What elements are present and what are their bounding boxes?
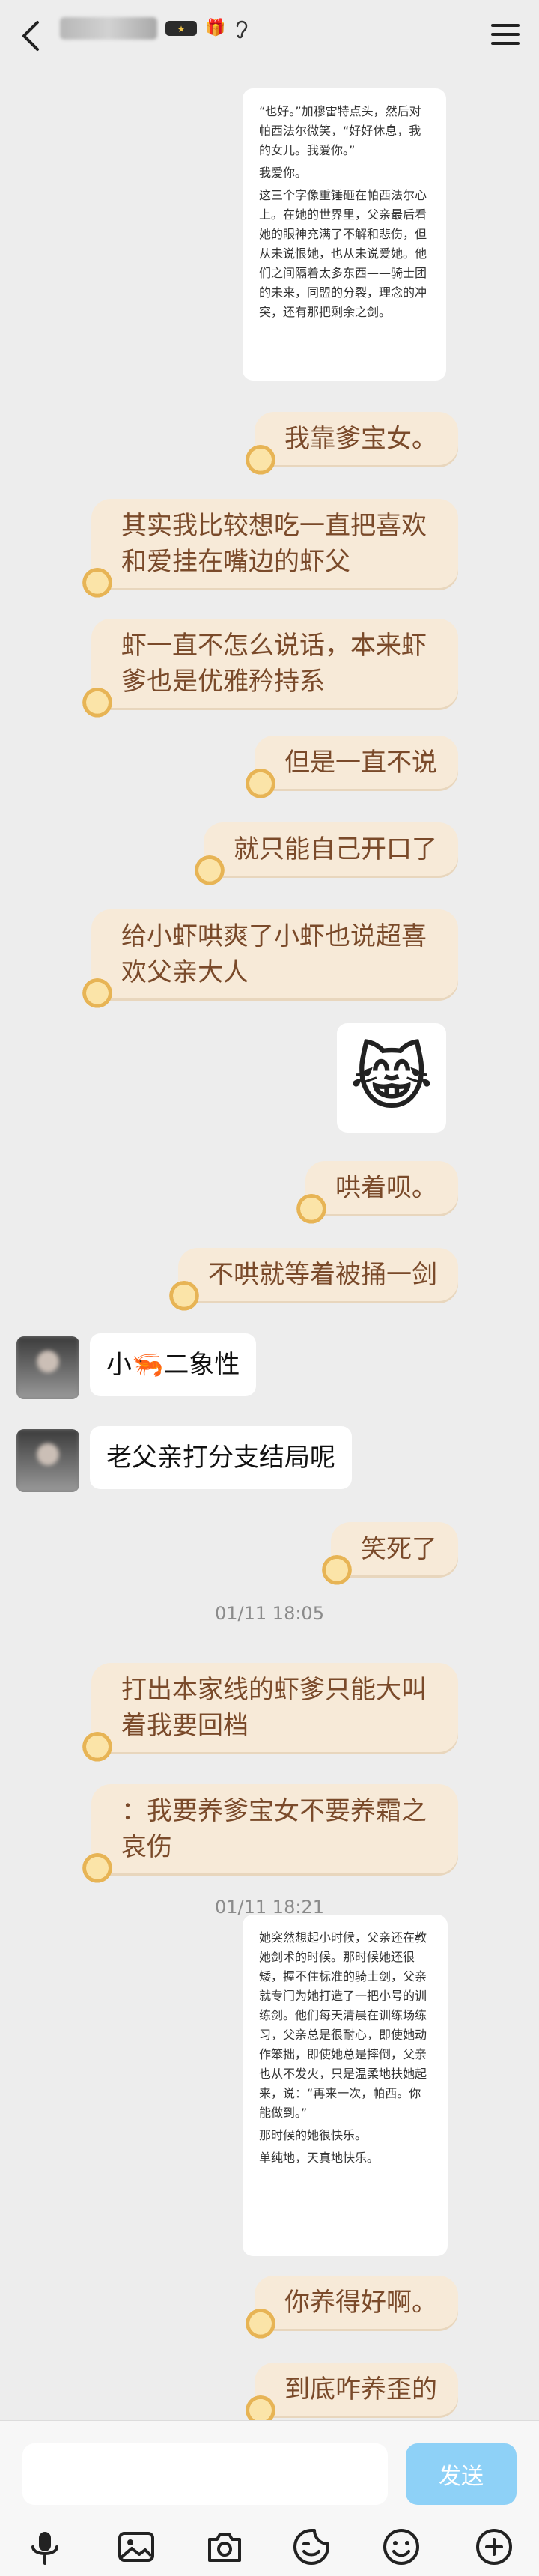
bun-sticker-icon xyxy=(81,688,114,721)
bun-sticker-icon xyxy=(81,1853,114,1886)
card-paragraph: 那时候的她很快乐。 xyxy=(259,2128,368,2142)
avatar[interactable] xyxy=(16,1429,79,1492)
message-text: 你养得好啊。 xyxy=(284,2288,437,2318)
cat-joy-emoji-icon: 😹 xyxy=(349,1036,434,1120)
bun-sticker-icon xyxy=(81,1732,114,1765)
message-text: 老父亲打分支结局呢 xyxy=(106,1443,335,1473)
bun-sticker-icon xyxy=(244,2309,277,2342)
message-text: ：我要养爹宝女不要养霜之哀伤 xyxy=(121,1796,427,1862)
avatar[interactable] xyxy=(16,1336,79,1399)
my-message-bubble[interactable]: 但是一直不说 xyxy=(244,736,458,801)
my-message-bubble[interactable]: 打出本家线的虾爹只能大叫着我要回档 xyxy=(81,1663,458,1765)
bun-sticker-icon xyxy=(244,769,277,801)
emoji-icon[interactable] xyxy=(380,2526,422,2568)
card-paragraph: 我爱你。 xyxy=(259,166,308,180)
svg-text:★: ★ xyxy=(177,24,186,34)
sticker-icon[interactable] xyxy=(290,2526,332,2568)
image-message-card[interactable]: “也好。”加穆雷特点头，然后对帕西法尔微笑，“好好休息，我的女儿。我爱你。” 我… xyxy=(243,88,446,381)
chevron-left-icon[interactable] xyxy=(15,16,51,55)
bun-sticker-icon xyxy=(81,568,114,601)
ear-icon xyxy=(237,20,248,39)
bun-sticker-icon xyxy=(168,1281,201,1314)
plus-icon[interactable] xyxy=(473,2526,515,2568)
message-text: 但是一直不说 xyxy=(284,748,437,778)
bun-sticker-icon xyxy=(193,855,226,888)
my-message-bubble[interactable]: 就只能自己开口了 xyxy=(193,822,458,888)
input-bar: 发送 xyxy=(0,2420,539,2576)
card-paragraph: 单纯地，天真地快乐。 xyxy=(259,2151,380,2165)
vip-badge-icon: ★ xyxy=(165,21,197,36)
my-message-bubble[interactable]: 其实我比较想吃一直把喜欢和爱挂在嘴边的虾父 xyxy=(81,499,458,601)
my-message-bubble[interactable]: 到底咋养歪的 xyxy=(244,2363,458,2428)
camera-icon[interactable] xyxy=(204,2526,246,2568)
chat-title[interactable]: ★ 🎁 xyxy=(60,13,251,43)
chat-header: ★ 🎁 xyxy=(0,0,539,72)
message-text: 给小虾哄爽了小虾也说超喜欢父亲大人 xyxy=(121,921,427,987)
contact-name-redacted xyxy=(60,17,157,40)
shrimp-emoji-icon: 🦐 xyxy=(132,1350,164,1380)
image-message-card[interactable]: 她突然想起小时候，父亲还在教她剑术的时候。那时候她还很矮，握不住标准的骑士剑，父… xyxy=(243,1915,448,2256)
bun-sticker-icon xyxy=(81,978,114,1011)
emoji-message[interactable]: 😹 xyxy=(337,1023,446,1133)
my-message-bubble[interactable]: 虾一直不怎么说话，本来虾爹也是优雅矜持系 xyxy=(81,619,458,721)
my-message-bubble[interactable]: 你养得好啊。 xyxy=(244,2276,458,2342)
toolbar xyxy=(0,2526,539,2574)
message-text: 其实我比较想吃一直把喜欢和爱挂在嘴边的虾父 xyxy=(121,511,427,577)
message-text: 到底咋养歪的 xyxy=(284,2375,437,2404)
message-list[interactable]: “也好。”加穆雷特点头，然后对帕西法尔微笑，“好好休息，我的女儿。我爱你。” 我… xyxy=(0,72,539,2428)
hamburger-icon[interactable] xyxy=(491,24,520,46)
message-text: 小 xyxy=(106,1350,132,1380)
message-text: 我靠爹宝女。 xyxy=(284,424,437,454)
card-paragraph: “也好。”加穆雷特点头，然后对帕西法尔微笑，“好好休息，我的女儿。我爱你。” xyxy=(259,104,421,157)
message-input[interactable] xyxy=(22,2443,388,2505)
gift-icon: 🎁 xyxy=(205,19,226,37)
other-message-bubble[interactable]: 老父亲打分支结局呢 xyxy=(90,1426,352,1489)
send-button[interactable]: 发送 xyxy=(406,2443,517,2505)
message-text: 笑死了 xyxy=(361,1534,437,1564)
my-message-bubble[interactable]: 哄着呗。 xyxy=(295,1161,458,1227)
image-icon[interactable] xyxy=(115,2526,157,2568)
my-message-bubble[interactable]: 给小虾哄爽了小虾也说超喜欢父亲大人 xyxy=(81,909,458,1011)
bun-sticker-icon xyxy=(320,1555,353,1588)
my-message-bubble[interactable]: 我靠爹宝女。 xyxy=(244,412,458,478)
my-message-bubble[interactable]: 笑死了 xyxy=(320,1522,458,1588)
message-text: 就只能自己开口了 xyxy=(234,834,437,864)
message-text: 二象性 xyxy=(163,1350,240,1380)
my-message-bubble[interactable]: ：我要养爹宝女不要养霜之哀伤 xyxy=(81,1784,458,1886)
card-paragraph: 这三个字像重锤砸在帕西法尔心上。在她的世界里，父亲最后看她的眼神充满了不解和悲伤… xyxy=(259,188,427,319)
other-message-bubble[interactable]: 小🦐二象性 xyxy=(90,1333,257,1396)
mic-icon[interactable] xyxy=(24,2526,66,2568)
bun-sticker-icon xyxy=(244,445,277,478)
my-message-bubble[interactable]: 不哄就等着被捅一剑 xyxy=(168,1248,458,1314)
message-text: 哄着呗。 xyxy=(335,1173,437,1203)
card-paragraph: 她突然想起小时候，父亲还在教她剑术的时候。那时候她还很矮，握不住标准的骑士剑，父… xyxy=(259,1930,427,2120)
message-text: 虾一直不怎么说话，本来虾爹也是优雅矜持系 xyxy=(121,631,427,697)
message-text: 不哄就等着被捅一剑 xyxy=(208,1260,437,1290)
timestamp: 01/11 18:05 xyxy=(215,1603,324,1624)
message-text: 打出本家线的虾爹只能大叫着我要回档 xyxy=(121,1675,427,1741)
bun-sticker-icon xyxy=(295,1194,328,1227)
